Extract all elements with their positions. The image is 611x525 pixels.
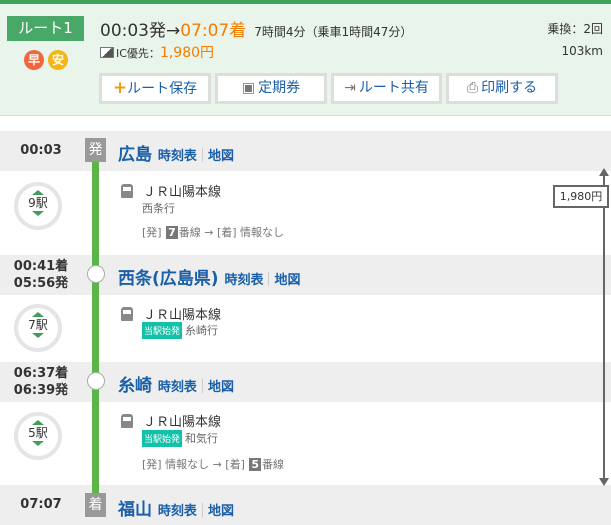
expand-up-icon	[32, 312, 44, 317]
arrival-mark: 着	[85, 493, 106, 517]
train-line: ＪＲ山陽本線	[121, 411, 221, 430]
plat-suffix: 番線	[262, 458, 285, 471]
stops-toggle[interactable]: 5駅	[14, 412, 62, 460]
station-times: 06:37着 06:39発	[0, 365, 82, 399]
station-time: 00:03	[20, 143, 62, 158]
station-itozaki: 糸崎 時刻表 地図	[118, 371, 234, 396]
station-name[interactable]: 広島	[118, 145, 152, 165]
station-node	[87, 265, 105, 283]
stops-count: 9駅	[28, 196, 48, 210]
origin-tag: 当駅始発	[142, 430, 183, 447]
train-line: ＪＲ山陽本線	[121, 181, 221, 200]
printer-icon: ⎙	[466, 80, 479, 96]
station-name[interactable]: 福山	[118, 500, 152, 520]
route-times: 00:03発→07:07着 7時間4分（乗車1時間47分）	[100, 16, 412, 41]
departure: 05:56発	[13, 276, 69, 291]
timetable-link[interactable]: 時刻表	[224, 273, 263, 288]
station-fukuyama: 福山 時刻表 地図	[118, 495, 234, 520]
share-icon: ⇥	[344, 80, 356, 96]
train-icon	[121, 307, 133, 321]
destination: 当駅始発 和気行	[142, 430, 218, 447]
platform-number: 5	[249, 458, 262, 471]
departure-mark: 発	[85, 138, 106, 162]
expand-up-icon	[32, 420, 44, 425]
station-hiroshima: 広島 時刻表 地図	[118, 140, 234, 165]
stops-count: 7駅	[28, 318, 48, 332]
train-line: ＪＲ山陽本線	[121, 304, 221, 323]
station-time: 07:07	[20, 497, 62, 512]
fare-info: IC優先：1,980円	[100, 42, 214, 62]
plus-icon: +	[112, 78, 128, 98]
fare-total: 1,980円	[553, 185, 609, 208]
stops-toggle[interactable]: 7駅	[14, 304, 62, 352]
line-name: ＪＲ山陽本線	[143, 308, 222, 323]
timetable-link[interactable]: 時刻表	[158, 504, 197, 519]
save-route-button[interactable]: +ルート保存	[99, 73, 211, 104]
map-link[interactable]: 地図	[208, 149, 234, 164]
destination: 当駅始発 糸崎行	[142, 322, 218, 339]
plat-text: [発] 情報なし → [着]	[142, 458, 245, 471]
line-name: ＪＲ山陽本線	[143, 185, 222, 200]
duration: 7時間4分（乗車1時間47分）	[254, 25, 413, 39]
transfers: 乗換：2回	[547, 22, 603, 36]
platform-info: [発] 情報なし → [着] 5 番線	[142, 456, 284, 472]
dest-text: 和気行	[185, 432, 219, 445]
stops-toggle[interactable]: 9駅	[14, 182, 62, 230]
destination: 西条行	[142, 202, 175, 215]
departure-time: 00:03発	[100, 21, 166, 41]
cheapest-tag: 安	[48, 50, 68, 70]
arrow: →	[166, 21, 181, 41]
print-button[interactable]: ⎙ 印刷する	[446, 73, 558, 104]
map-link[interactable]: 地図	[274, 273, 300, 288]
ic-label: IC優先：	[116, 47, 160, 60]
ic-card-icon	[100, 47, 114, 58]
commuter-pass-button[interactable]: ▣ 定期券	[215, 73, 327, 104]
fastest-tag: 早	[24, 50, 44, 70]
map-link[interactable]: 地図	[208, 380, 234, 395]
fare: 1,980円	[159, 45, 215, 61]
platform-number: 7	[166, 226, 178, 239]
train-icon	[121, 184, 133, 198]
arrival: 06:37着	[13, 366, 69, 381]
save-label: ルート保存	[127, 81, 198, 97]
map-link[interactable]: 地図	[208, 504, 234, 519]
station-times: 00:41着 05:56発	[0, 258, 82, 292]
arrow-down-icon	[599, 478, 609, 486]
train-icon	[121, 414, 133, 428]
plat-dep: [発]	[142, 226, 162, 239]
fare-range-line	[603, 175, 605, 483]
station-name[interactable]: 西条(広島県)	[118, 269, 219, 289]
expand-down-icon	[32, 333, 44, 338]
arrival: 00:41着	[13, 259, 69, 274]
print-label: 印刷する	[481, 80, 538, 96]
expand-up-icon	[32, 190, 44, 195]
share-route-button[interactable]: ⇥ ルート共有	[331, 73, 442, 104]
teiki-label: 定期券	[258, 80, 301, 96]
station-name[interactable]: 糸崎	[118, 376, 152, 396]
plat-text: 番線 → [着] 情報なし	[178, 226, 285, 239]
arrival-time: 07:07着	[180, 21, 247, 41]
departure: 06:39発	[13, 383, 69, 398]
share-label: ルート共有	[358, 80, 429, 96]
dest-text: 糸崎行	[185, 324, 219, 337]
timetable-link[interactable]: 時刻表	[158, 149, 197, 164]
line-name: ＪＲ山陽本線	[143, 415, 222, 430]
expand-down-icon	[32, 211, 44, 216]
platform-info: [発] 7 番線 → [着] 情報なし	[142, 224, 284, 240]
station-node	[87, 372, 105, 390]
expand-down-icon	[32, 441, 44, 446]
origin-tag: 当駅始発	[142, 322, 183, 339]
timetable-link[interactable]: 時刻表	[158, 380, 197, 395]
arrow-up-icon	[599, 168, 609, 176]
pass-icon: ▣	[241, 80, 256, 96]
stops-count: 5駅	[28, 426, 48, 440]
distance: 103km	[561, 44, 603, 58]
route-badge: ルート1	[7, 16, 84, 41]
station-saijo: 西条(広島県) 時刻表 地図	[118, 264, 301, 289]
route-line	[92, 150, 99, 495]
